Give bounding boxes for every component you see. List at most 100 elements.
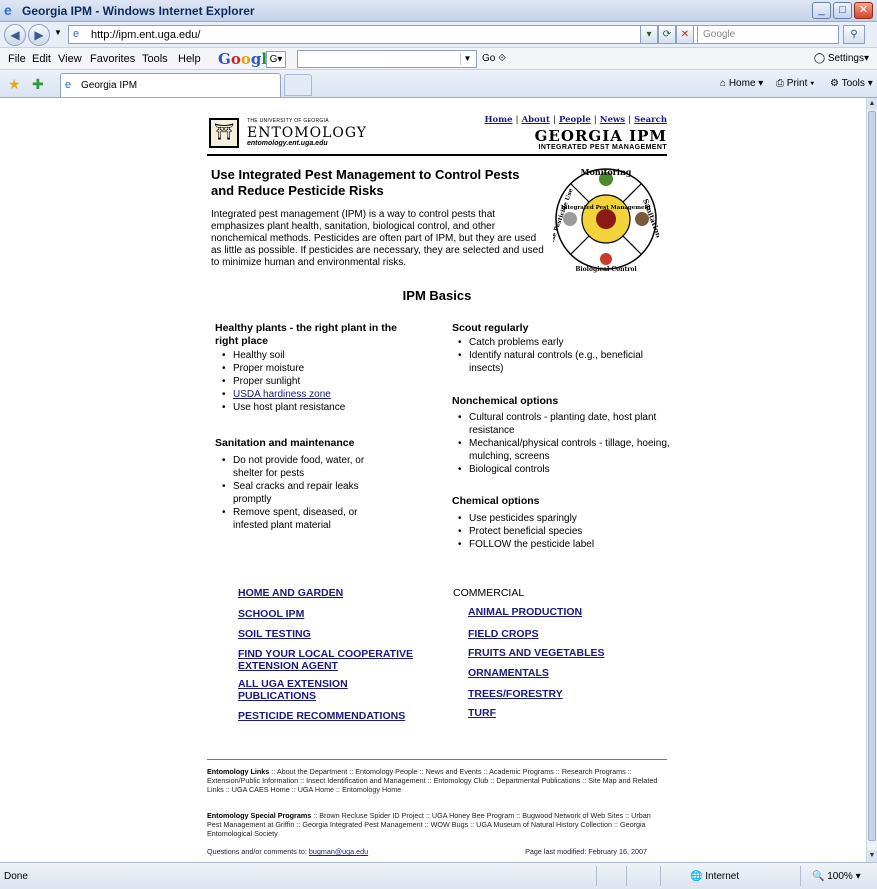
menu-view[interactable]: View: [58, 53, 82, 65]
google-g-button[interactable]: G▾: [266, 51, 286, 68]
forward-button[interactable]: ▶: [28, 24, 50, 46]
nav-home[interactable]: Home: [484, 115, 512, 125]
list-item: Use pesticides sparingly: [455, 512, 655, 525]
footer-link[interactable]: UGA Museum of Natural History Collection: [476, 820, 612, 829]
status-bar: Done 🌐 Internet 🔍 100% ▾: [0, 862, 877, 889]
address-url[interactable]: http://ipm.ent.uga.edu/: [91, 29, 200, 41]
list-item: Cultural controls - planting date, host …: [455, 411, 670, 437]
link-turf[interactable]: TURF: [468, 707, 648, 719]
google-go-button[interactable]: Go ⟐: [482, 53, 506, 64]
footer-link[interactable]: Insect Identification and Management: [306, 776, 425, 785]
list-item: Do not provide food, water, or shelter f…: [219, 454, 369, 480]
footer-link[interactable]: Entomology Club: [434, 776, 489, 785]
footer-link[interactable]: UGA Honey Bee Program: [432, 811, 514, 820]
link-home-and-garden[interactable]: HOME AND GARDEN: [238, 587, 408, 599]
menu-favorites[interactable]: Favorites: [90, 53, 135, 65]
title-bar: e Georgia IPM - Windows Internet Explore…: [0, 0, 877, 22]
dept-url[interactable]: entomology.ent.uga.edu: [247, 140, 328, 147]
list-item: Catch problems early: [455, 336, 655, 349]
refresh-button[interactable]: ⟳: [658, 25, 676, 44]
link-uga-extension-publications[interactable]: ALL UGA EXTENSION PUBLICATIONS: [238, 678, 368, 702]
tools-button[interactable]: ⚙ Tools ▾: [830, 78, 873, 89]
link-school-ipm[interactable]: SCHOOL IPM: [238, 608, 408, 620]
search-icon[interactable]: ⚲: [843, 25, 865, 44]
footer-separator: ::: [423, 811, 432, 820]
contact-email-link[interactable]: bugman@uga.edu: [309, 847, 368, 856]
list-item: Proper moisture: [219, 362, 419, 375]
minimize-button[interactable]: _: [812, 2, 831, 19]
close-button[interactable]: ✕: [854, 2, 873, 19]
chevron-down-icon[interactable]: ▼: [460, 53, 474, 65]
nav-search[interactable]: Search: [634, 115, 667, 125]
add-favorites-icon[interactable]: ✚: [32, 76, 44, 93]
footer-link[interactable]: Entomology Home: [342, 785, 401, 794]
dept-name[interactable]: ENTOMOLOGY: [247, 125, 367, 141]
footer-special-programs: Entomology Special Programs :: Brown Rec…: [207, 811, 667, 838]
print-button[interactable]: ⎙ Print ▾: [776, 78, 814, 89]
link-fruits-and-vegetables[interactable]: FRUITS AND VEGETABLES: [468, 647, 658, 659]
list-item: Proper sunlight: [219, 375, 419, 388]
favorites-star-icon[interactable]: ★: [8, 76, 21, 93]
footer-link[interactable]: UGA Home: [298, 785, 334, 794]
maximize-button[interactable]: □: [833, 2, 852, 19]
footer-link[interactable]: Research Programs: [562, 767, 626, 776]
footer-link[interactable]: Academic Programs: [489, 767, 554, 776]
nav-news[interactable]: News: [600, 115, 625, 125]
footer-link[interactable]: Bugwood Network of Web Sites: [522, 811, 623, 820]
uga-name: THE UNIVERSITY OF GEORGIA: [247, 118, 329, 124]
footer-link[interactable]: Extension/Public Information: [207, 776, 298, 785]
scroll-up-icon[interactable]: ▲: [867, 98, 877, 110]
link-field-crops[interactable]: FIELD CROPS: [468, 628, 648, 640]
wheel-label-bottom: Biological Control: [575, 266, 637, 273]
nav-people[interactable]: People: [559, 115, 591, 125]
new-tab-button[interactable]: [284, 74, 312, 96]
stop-button[interactable]: ✕: [676, 25, 694, 44]
vertical-scrollbar[interactable]: ▲ ▼: [866, 98, 877, 862]
ipm-wheel-graphic: Monitoring Sanitation Biological Control…: [553, 167, 659, 273]
footer-link[interactable]: Brown Recluse Spider ID Project: [319, 811, 424, 820]
scroll-thumb[interactable]: [868, 111, 876, 841]
search-box[interactable]: Google: [697, 25, 839, 44]
back-button[interactable]: ◀: [4, 24, 26, 46]
zoom-level[interactable]: 🔍 100% ▾: [812, 871, 861, 882]
link-soil-testing[interactable]: SOIL TESTING: [238, 628, 408, 640]
footer-separator: ::: [425, 776, 434, 785]
menu-tools[interactable]: Tools: [142, 53, 168, 65]
link-find-extension-agent[interactable]: FIND YOUR LOCAL COOPERATIVE EXTENSION AG…: [238, 648, 416, 672]
footer-separator: ::: [334, 785, 343, 794]
footer-separator: ::: [417, 767, 426, 776]
link-animal-production[interactable]: ANIMAL PRODUCTION: [468, 606, 648, 618]
usda-hardiness-link[interactable]: USDA hardiness zone: [233, 389, 331, 400]
security-zone[interactable]: 🌐 Internet: [690, 871, 739, 882]
nav-about[interactable]: About: [522, 115, 550, 125]
list-item: Identify natural controls (e.g., benefic…: [455, 349, 655, 375]
google-search-field[interactable]: ▼: [297, 50, 477, 68]
link-trees-forestry[interactable]: TREES/FORESTRY: [468, 688, 648, 700]
tab-georgia-ipm[interactable]: e Georgia IPM: [60, 73, 281, 97]
address-bar[interactable]: e http://ipm.ent.uga.edu/: [68, 25, 708, 44]
footer-link[interactable]: Entomology People: [355, 767, 417, 776]
footer-link[interactable]: Departmental Publications: [496, 776, 580, 785]
contact-prefix: Questions and/or comments to:: [207, 847, 307, 856]
footer-link[interactable]: About the Department: [277, 767, 347, 776]
home-button[interactable]: ⌂ Home ▾: [720, 78, 763, 89]
menu-edit[interactable]: Edit: [32, 53, 51, 65]
footer-link[interactable]: News and Events: [426, 767, 482, 776]
menu-help[interactable]: Help: [178, 53, 201, 65]
footer-link[interactable]: UGA CAES Home: [232, 785, 290, 794]
google-settings-button[interactable]: ◯ Settings▾: [814, 53, 869, 64]
address-dropdown-button[interactable]: ▾: [640, 25, 658, 44]
footer-link[interactable]: Georgia Integrated Pest Management: [302, 820, 422, 829]
history-dropdown-icon[interactable]: ▼: [54, 28, 62, 37]
footer-link[interactable]: WOW Bugs: [431, 820, 469, 829]
uga-arch-logo-icon[interactable]: ⛩: [209, 118, 239, 148]
footer-separator: ::: [289, 785, 298, 794]
nonchemical-list: Cultural controls - planting date, host …: [455, 411, 670, 476]
menu-file[interactable]: File: [8, 53, 26, 65]
link-ornamentals[interactable]: ORNAMENTALS: [468, 667, 648, 679]
intro-title: Use Integrated Pest Management to Contro…: [211, 167, 520, 198]
scroll-down-icon[interactable]: ▼: [867, 850, 877, 862]
intro-text: Integrated pest management (IPM) is a wa…: [211, 209, 544, 268]
basics-heading-nonchemical: Nonchemical options: [452, 395, 559, 407]
link-pesticide-recommendations[interactable]: PESTICIDE RECOMMENDATIONS: [238, 710, 428, 722]
